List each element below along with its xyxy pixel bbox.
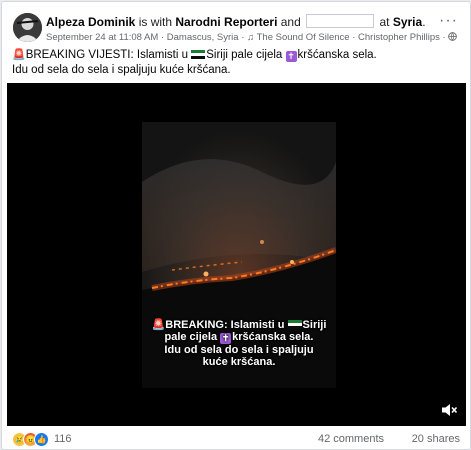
- cross-icon: ✝: [220, 333, 232, 344]
- post-meta: September 24 at 11:08 AM · Damascus, Syr…: [46, 32, 458, 43]
- is-with-text: is with: [138, 15, 173, 29]
- like-reaction-icon: 👍: [34, 432, 49, 447]
- avatar-image: [13, 13, 42, 42]
- post-location[interactable]: Damascus, Syria: [167, 32, 239, 43]
- avatar[interactable]: [13, 13, 42, 42]
- author-name[interactable]: Alpeza Dominik: [46, 15, 135, 29]
- video-frame[interactable]: 🚨BREAKING: Islamisti u Siriji pale cijel…: [142, 122, 336, 388]
- globe-icon: [448, 32, 458, 41]
- post-music[interactable]: The Sound Of Silence · Christopher Phill…: [257, 32, 440, 43]
- post-header-line: Alpeza Dominik is with Narodni Reporteri…: [46, 14, 426, 29]
- more-options-button[interactable]: ···: [439, 12, 458, 30]
- siren-icon: 🚨: [151, 319, 166, 331]
- tagged-page[interactable]: Narodni Reporteri: [175, 15, 277, 29]
- post-footer: 😢 😠 👍 116 42 comments 20 shares: [12, 432, 460, 448]
- video-player[interactable]: 🚨BREAKING: Islamisti u Siriji pale cijel…: [7, 83, 466, 426]
- post-date[interactable]: September 24 at 11:08 AM: [46, 32, 158, 43]
- post-text: 🚨BREAKING VIJESTI: Islamisti u Siriji pa…: [12, 48, 460, 78]
- video-caption: 🚨BREAKING: Islamisti u Siriji pale cijel…: [150, 319, 328, 368]
- facebook-post: Alpeza Dominik is with Narodni Reporteri…: [1, 1, 471, 450]
- caption-line: pale cijela ✝ kršćanska sela.: [150, 331, 328, 344]
- syria-flag-icon: [287, 320, 302, 329]
- mute-icon[interactable]: [440, 402, 458, 418]
- place-link[interactable]: Syria: [393, 15, 422, 29]
- post-text-line-1: 🚨BREAKING VIJESTI: Islamisti u Siriji pa…: [12, 48, 460, 63]
- meta-separator: ·: [241, 32, 245, 43]
- music-icon: ♫: [247, 32, 255, 43]
- caption-line: Idu od sela do sela i spaljuju: [164, 344, 314, 356]
- siren-icon: 🚨: [12, 49, 26, 61]
- shares-count[interactable]: 20 shares: [412, 433, 460, 445]
- caption-line: 🚨BREAKING: Islamisti u Siriji: [150, 319, 328, 331]
- caption-part: pale cijela: [164, 331, 218, 343]
- reaction-count[interactable]: 116: [54, 433, 72, 445]
- syria-flag-icon: [191, 50, 206, 59]
- post-text-part: BREAKING VIJESTI: Islamisti u: [25, 49, 189, 61]
- cross-icon: ✝: [285, 51, 297, 62]
- post-header: Alpeza Dominik is with Narodni Reporteri…: [10, 10, 462, 46]
- and-text: and: [280, 15, 301, 29]
- at-text: at: [379, 15, 390, 29]
- caption-line: kuće kršćana.: [202, 356, 276, 368]
- period-text: .: [422, 15, 426, 29]
- post-text-part: Siriji pale cijela: [206, 49, 283, 61]
- post-text-line-2: Idu od sela do sela i spaljuju kuće kršć…: [12, 64, 231, 76]
- caption-part: Siriji: [302, 319, 327, 331]
- meta-separator: ·: [160, 32, 165, 43]
- post-text-part: kršćanska sela.: [297, 49, 377, 61]
- comments-count[interactable]: 42 comments: [318, 433, 384, 445]
- caption-part: kršćanska sela.: [232, 331, 314, 343]
- redacted-name: [306, 14, 375, 28]
- meta-separator: ·: [442, 32, 446, 43]
- caption-part: BREAKING: Islamisti u: [165, 319, 285, 331]
